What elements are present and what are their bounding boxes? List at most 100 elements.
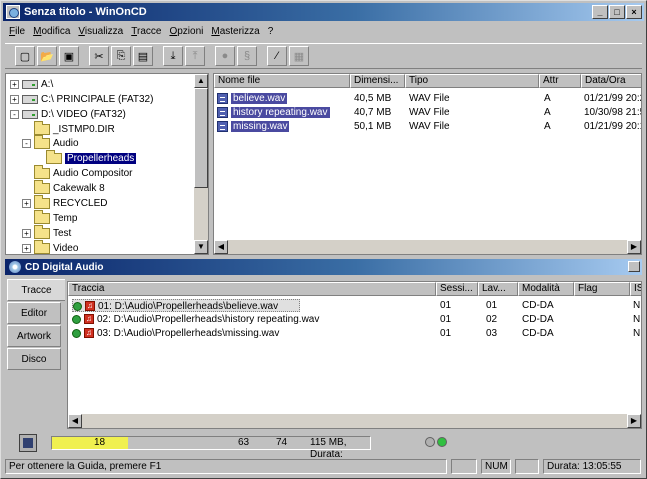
tab-disco[interactable]: Disco: [7, 348, 61, 370]
expand-icon[interactable]: +: [22, 228, 31, 238]
scroll-up-icon[interactable]: ▲: [194, 74, 208, 88]
remove-track-icon[interactable]: ⤒: [185, 46, 205, 66]
menu-bar: File Modifica Visualizza Tracce Opzioni …: [5, 23, 273, 39]
status-help-text: Per ottenere la Guida, premere F1: [5, 459, 447, 474]
properties-icon[interactable]: ▦: [289, 46, 309, 66]
collapse-icon[interactable]: -: [22, 138, 31, 148]
disc-type-icon[interactable]: [19, 434, 37, 452]
capacity-strip: 18 63 74 115 MB, Durata:: [5, 433, 642, 460]
status-empty-panel: [515, 459, 539, 474]
tree-item-selected[interactable]: Propellerheads: [46, 149, 137, 164]
column-header-session[interactable]: Sessi...: [436, 282, 478, 296]
add-track-icon[interactable]: ⤓: [163, 46, 183, 66]
close-button[interactable]: ×: [626, 5, 642, 19]
expand-icon[interactable]: +: [10, 79, 19, 89]
column-header-name[interactable]: Nome file: [214, 74, 350, 88]
toolbar: ▢ 📂 ▣ ✂ ⎘ ▤ ⤓ ⤒ ● § ⁄ ▦: [5, 43, 642, 69]
column-header-is[interactable]: IS: [630, 282, 641, 296]
burn-icon[interactable]: ⁄: [267, 46, 287, 66]
column-header-date[interactable]: Data/Ora: [581, 74, 641, 88]
tree-item[interactable]: Cakewalk 8: [34, 179, 105, 194]
paste-icon[interactable]: ▤: [133, 46, 153, 66]
column-header-type[interactable]: Tipo: [405, 74, 539, 88]
column-header-attr[interactable]: Attr: [539, 74, 581, 88]
drive-icon: [22, 109, 38, 119]
file-row[interactable]: believe.wav 40,5 MB WAV File A 01/21/99 …: [214, 92, 641, 105]
cd-pane-title: CD Digital Audio: [25, 261, 104, 273]
scroll-left-icon[interactable]: ◀: [68, 414, 82, 428]
scroll-right-icon[interactable]: ▶: [627, 414, 641, 428]
tree-item[interactable]: + Video: [22, 239, 78, 254]
tab-tracce[interactable]: Tracce: [7, 279, 65, 301]
menu-tracce[interactable]: Tracce: [131, 26, 161, 37]
capacity-fill: [52, 437, 129, 449]
folder-icon: [34, 120, 50, 135]
scroll-thumb[interactable]: [194, 88, 208, 188]
menu-visualizza[interactable]: Visualizza: [78, 26, 123, 37]
save-disk-icon[interactable]: ▣: [59, 46, 79, 66]
tab-artwork[interactable]: Artwork: [7, 325, 61, 347]
title-bar[interactable]: Senza titolo - WinOnCD _ □ ×: [3, 3, 644, 21]
folder-icon: [34, 209, 50, 224]
menu-opzioni[interactable]: Opzioni: [169, 26, 203, 37]
minimize-button[interactable]: _: [592, 5, 608, 19]
tab-editor[interactable]: Editor: [7, 302, 61, 324]
track-row[interactable]: ♫ 01: D:\Audio\Propellerheads\believe.wav…: [68, 299, 641, 312]
cut-icon[interactable]: ✂: [89, 46, 109, 66]
green-status-icon: [72, 328, 81, 338]
cd-pane-maximize-button[interactable]: [628, 261, 640, 272]
scroll-down-icon[interactable]: ▼: [194, 240, 208, 254]
stop-icon[interactable]: §: [237, 46, 257, 66]
tree-item[interactable]: + RECYCLED: [22, 194, 107, 209]
open-folder-icon[interactable]: 📂: [37, 46, 57, 66]
scroll-right-icon[interactable]: ▶: [627, 240, 641, 254]
track-row[interactable]: ♫ 02: D:\Audio\Propellerheads\history rep…: [68, 313, 641, 326]
folder-tree[interactable]: + A:\ + C:\ PRINCIPALE (FAT32) - D:\ VID…: [5, 73, 209, 255]
audio-note-icon: ♫: [84, 314, 94, 325]
collapse-icon[interactable]: -: [10, 109, 19, 119]
expand-icon[interactable]: +: [22, 243, 31, 253]
tree-item[interactable]: _ISTMP0.DIR: [34, 120, 115, 135]
expand-icon[interactable]: +: [22, 198, 31, 208]
track-row[interactable]: ♫ 03: D:\Audio\Propellerheads\missing.wav…: [68, 327, 641, 340]
copy-icon[interactable]: ⎘: [111, 46, 131, 66]
tree-item[interactable]: Audio Compositor: [34, 164, 132, 179]
tree-item[interactable]: - Audio: [22, 134, 79, 149]
tree-item[interactable]: + C:\ PRINCIPALE (FAT32): [10, 93, 153, 105]
expand-icon[interactable]: +: [10, 94, 19, 104]
new-file-icon[interactable]: ▢: [15, 46, 35, 66]
file-row[interactable]: missing.wav 50,1 MB WAV File A 01/21/99 …: [214, 120, 641, 133]
wav-file-icon: [217, 92, 228, 104]
menu-masterizza[interactable]: Masterizza: [211, 26, 259, 37]
tree-item[interactable]: - D:\ VIDEO (FAT32): [10, 108, 126, 120]
menu-file[interactable]: File: [9, 26, 25, 37]
record-icon[interactable]: ●: [215, 46, 235, 66]
column-header-traccia[interactable]: Traccia: [68, 282, 436, 296]
tree-item[interactable]: + A:\: [10, 78, 53, 90]
maximize-button[interactable]: □: [609, 5, 625, 19]
tree-item[interactable]: + Test: [22, 224, 71, 239]
tree-vertical-scrollbar[interactable]: ▲ ▼: [194, 74, 208, 254]
main-window: Senza titolo - WinOnCD _ □ × File Modifi…: [0, 0, 647, 479]
capacity-mark-63: 63: [238, 437, 250, 448]
column-header-size[interactable]: Dimensi...: [350, 74, 405, 88]
file-list[interactable]: Nome file Dimensi... Tipo Attr Data/Ora …: [213, 73, 642, 255]
drive-icon: [22, 79, 38, 89]
wav-file-icon: [217, 120, 228, 132]
file-list-horizontal-scrollbar[interactable]: ◀ ▶: [214, 240, 641, 254]
menu-modifica[interactable]: Modifica: [33, 26, 70, 37]
folder-icon: [34, 134, 50, 149]
track-list[interactable]: Traccia Sessi... Lav... Modalità Flag IS…: [67, 281, 642, 429]
grey-led-icon: [425, 437, 435, 447]
tree-item[interactable]: Temp: [34, 209, 77, 224]
status-num: NUM: [481, 459, 511, 474]
column-header-lav[interactable]: Lav...: [478, 282, 518, 296]
app-cd-icon[interactable]: [6, 5, 20, 19]
track-list-horizontal-scrollbar[interactable]: ◀ ▶: [68, 414, 641, 428]
column-header-mode[interactable]: Modalità: [518, 282, 574, 296]
file-row[interactable]: history repeating.wav 40,7 MB WAV File A…: [214, 106, 641, 119]
scroll-left-icon[interactable]: ◀: [214, 240, 228, 254]
column-header-flag[interactable]: Flag: [574, 282, 630, 296]
menu-help[interactable]: ?: [268, 26, 274, 37]
cd-pane-title-bar[interactable]: CD Digital Audio: [5, 259, 642, 275]
